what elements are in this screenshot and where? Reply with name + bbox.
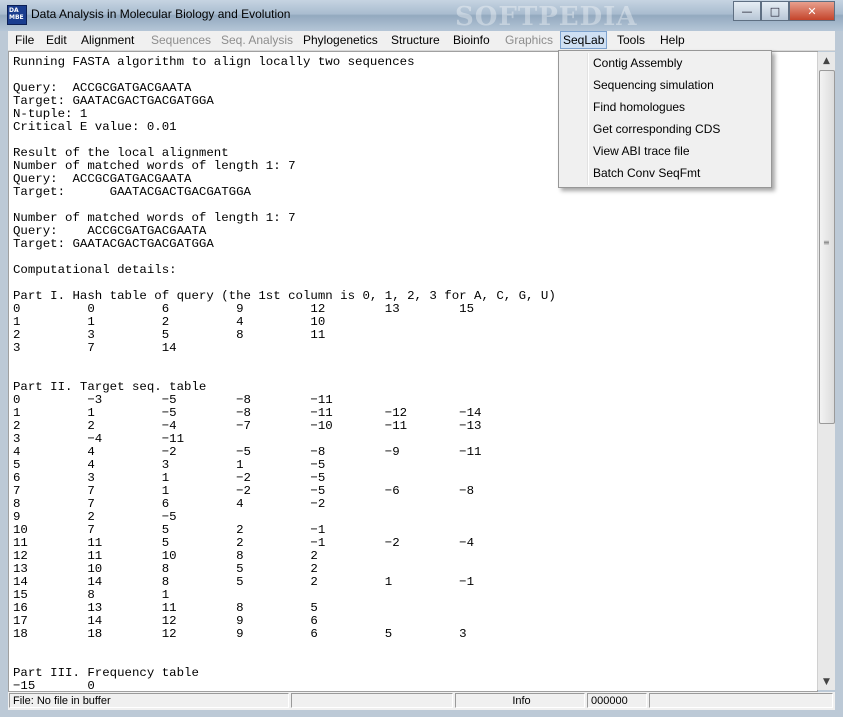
menu-tools[interactable]: Tools xyxy=(617,32,645,48)
menu-item-batch-conv-seqfmt[interactable]: Batch Conv SeqFmt xyxy=(593,166,700,180)
menu-seq-analysis[interactable]: Seq. Analysis xyxy=(221,32,293,48)
softpedia-watermark: SOFTPEDIA xyxy=(455,2,638,32)
status-counter: 000000 xyxy=(587,693,647,708)
menu-item-get-corresponding-cds[interactable]: Get corresponding CDS xyxy=(593,122,720,136)
menu-phylogenetics[interactable]: Phylogenetics xyxy=(303,32,378,48)
vertical-scrollbar[interactable]: ▲ ≡ ▼ xyxy=(817,52,835,690)
menu-graphics[interactable]: Graphics xyxy=(505,32,553,48)
status-panel-5 xyxy=(649,693,833,708)
menu-item-contig-assembly[interactable]: Contig Assembly xyxy=(593,56,682,70)
scroll-thumb[interactable]: ≡ xyxy=(819,70,835,424)
menu-help[interactable]: Help xyxy=(660,32,685,48)
menu-bar: File Edit Alignment Sequences Seq. Analy… xyxy=(8,31,835,51)
menu-bioinfo[interactable]: Bioinfo xyxy=(453,32,490,48)
maximize-button[interactable]: □ xyxy=(761,1,789,21)
grip-icon: ≡ xyxy=(823,238,830,247)
scroll-up-icon[interactable]: ▲ xyxy=(818,52,835,69)
scroll-down-icon[interactable]: ▼ xyxy=(818,673,835,690)
minimize-button[interactable]: — xyxy=(733,1,761,21)
menu-seqlab[interactable]: SeqLab xyxy=(560,31,608,49)
output-text: Running FASTA algorithm to align locally… xyxy=(13,55,556,692)
menu-alignment[interactable]: Alignment xyxy=(81,32,134,48)
status-info: Info xyxy=(512,695,531,707)
caption-buttons: — □ ✕ xyxy=(733,1,835,21)
menu-item-sequencing-simulation[interactable]: Sequencing simulation xyxy=(593,78,714,92)
window-title: Data Analysis in Molecular Biology and E… xyxy=(31,7,291,21)
app-icon[interactable]: DA MBE xyxy=(7,5,27,25)
app-window: DA MBE Data Analysis in Molecular Biolog… xyxy=(0,0,843,717)
app-icon-text-bottom: MBE xyxy=(9,14,24,21)
menu-item-find-homologues[interactable]: Find homologues xyxy=(593,100,685,114)
status-panel-2 xyxy=(291,693,453,708)
close-button[interactable]: ✕ xyxy=(789,1,835,21)
status-bar: File: No file in buffer Info 000000 xyxy=(8,692,835,710)
menu-gutter xyxy=(587,53,589,185)
status-file: File: No file in buffer xyxy=(9,693,289,708)
status-panel-3: Info xyxy=(455,693,585,708)
menu-sequences[interactable]: Sequences xyxy=(151,32,211,48)
menu-structure[interactable]: Structure xyxy=(391,32,440,48)
menu-file[interactable]: File xyxy=(15,32,34,48)
title-bar[interactable]: DA MBE Data Analysis in Molecular Biolog… xyxy=(0,0,843,32)
menu-item-view-abi-trace[interactable]: View ABI trace file xyxy=(593,144,690,158)
seqlab-dropdown-menu: Contig Assembly Sequencing simulation Fi… xyxy=(558,50,772,188)
menu-edit[interactable]: Edit xyxy=(46,32,67,48)
